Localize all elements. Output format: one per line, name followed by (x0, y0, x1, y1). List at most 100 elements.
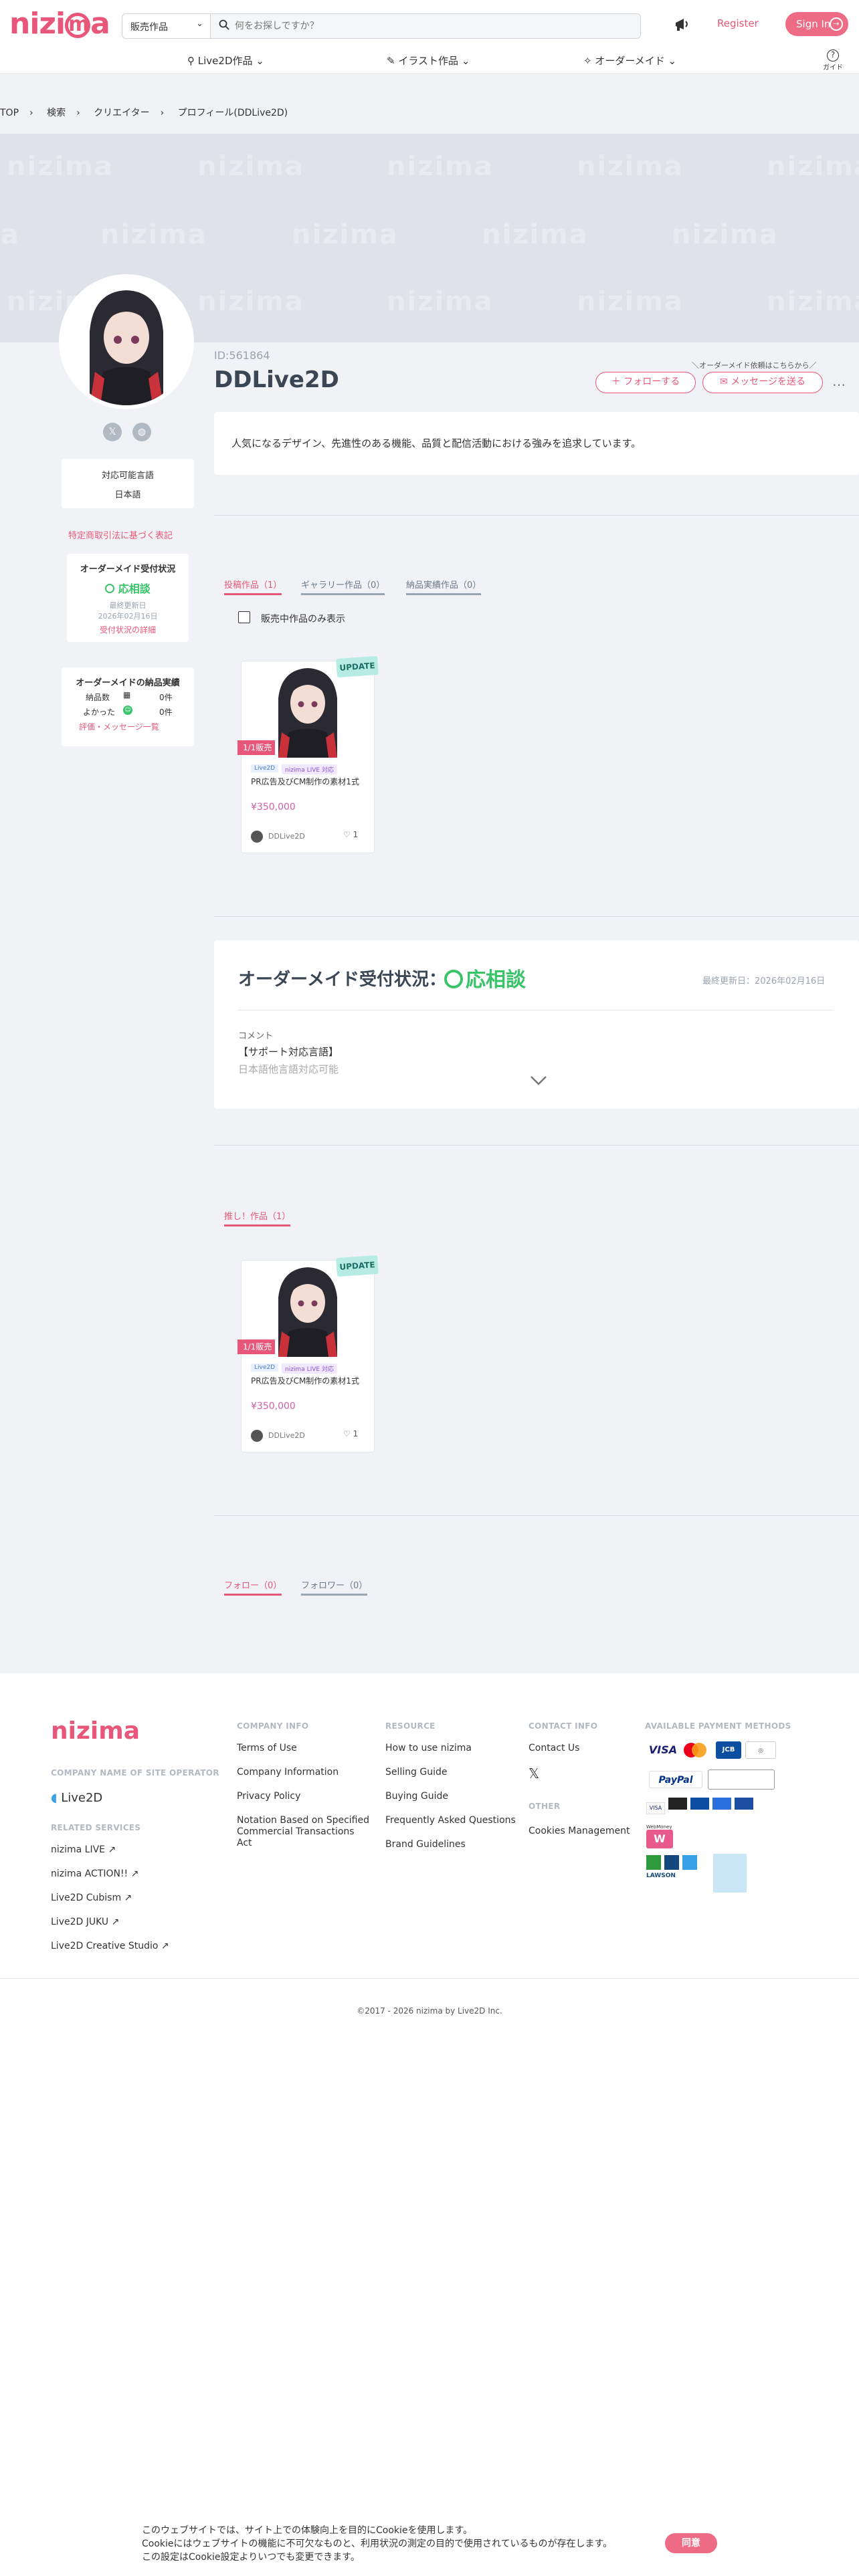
x-social-icon[interactable]: 𝕏 (529, 1765, 539, 1782)
work-title[interactable]: PR広告及びCM制作の素材1式 (251, 1376, 369, 1387)
external-link-icon: ↗ (130, 1868, 139, 1879)
company-heading: COMPANY INFO (237, 1721, 309, 1731)
reviews-link[interactable]: 評価・メッセージ一覧 (79, 721, 159, 732)
divider (0, 1978, 859, 1979)
related-label: Live2D Creative Studio (51, 1941, 159, 1951)
banner-watermark: nizima (0, 219, 20, 250)
breadcrumb-creator[interactable]: クリエイター (94, 108, 149, 118)
question-icon: ? (827, 49, 839, 62)
cookie-text: このウェブサイトでは、サイト上での体験向上を目的にCookieを使用します。 C… (142, 2524, 612, 2564)
commercial-transactions-link[interactable]: Notation Based on Specified Commercial T… (237, 1815, 371, 1849)
like-count: 1 (353, 830, 359, 839)
nav-illustration[interactable]: ✎ イラスト作品 ⌄ (387, 53, 470, 68)
smile-icon: ☺ (123, 706, 132, 715)
search-input[interactable] (235, 15, 630, 37)
breadcrumb-profile: プロフィール(DDLive2D) (177, 108, 288, 118)
tab-posted[interactable]: 投稿作品（1） (224, 578, 282, 595)
external-link-icon: ↗ (108, 1844, 116, 1855)
nav-custom-order[interactable]: ✧ オーダーメイド ⌄ (583, 53, 676, 68)
globe-icon[interactable]: ◍ (132, 423, 151, 441)
search-category-select[interactable]: 販売作品 ⌄ (122, 14, 211, 38)
chevron-right-icon: › (76, 108, 80, 118)
follow-label: フォローする (624, 377, 680, 387)
banner-watermark: nizima (672, 219, 779, 250)
convenience-store-logos: LAWSON (646, 1855, 700, 1898)
selling-guide-link[interactable]: Selling Guide (385, 1767, 448, 1778)
message-button[interactable]: ✉ メッセージを送る (702, 372, 823, 393)
expand-chevron-icon[interactable] (527, 1069, 550, 1091)
author-avatar (251, 1430, 263, 1442)
register-link[interactable]: Register (717, 17, 759, 29)
updated-label: 最終更新日 (109, 601, 147, 610)
cookie-agree-button[interactable]: 同意 (665, 2533, 717, 2553)
search-bar: 販売作品 ⌄ (122, 13, 641, 39)
cookies-management-link[interactable]: Cookies Management (529, 1826, 630, 1836)
related-link-nizima-live[interactable]: nizima LIVE ↗ (51, 1844, 116, 1855)
brand-guidelines-link[interactable]: Brand Guidelines (385, 1839, 466, 1850)
sale-ribbon: 1/1販売 (237, 740, 275, 755)
order-status-panel: オーダーメイド受付状況： 応相談 最終更新日：2026年02月16日 コメント … (214, 940, 859, 1109)
visa-mini-logo: VISA (646, 1802, 665, 1814)
paypal-logo: PayPal (649, 1771, 702, 1788)
work-title[interactable]: PR広告及びCM制作の素材1式 (251, 776, 369, 788)
guide-button[interactable]: ? ガイド (823, 49, 843, 72)
work-author[interactable]: DDLive2D (251, 831, 305, 843)
related-link-cubism[interactable]: Live2D Cubism ↗ (51, 1893, 132, 1903)
related-link-creative-studio[interactable]: Live2D Creative Studio ↗ (51, 1941, 169, 1951)
like-button[interactable]: ♡ 1 (343, 830, 358, 839)
order-status-card: オーダーメイド受付状況 応相談 最終更新日 2026年02月16日 受付状況の詳… (67, 554, 189, 642)
breadcrumb-search[interactable]: 検索 (47, 108, 66, 118)
how-to-use-link[interactable]: How to use nizima (385, 1743, 472, 1753)
related-link-nizima-action[interactable]: nizima ACTION!! ↗ (51, 1868, 138, 1879)
tab-delivered[interactable]: 納品実績作品（0） (406, 578, 482, 595)
on-sale-only-checkbox[interactable] (238, 611, 250, 623)
cookie-line-2: Cookieにはウェブサイトの機能に不可欠なものと、利用状況の測定の目的で使用さ… (142, 2539, 613, 2549)
more-options-icon[interactable]: … (832, 373, 846, 389)
breadcrumb-top[interactable]: TOP (0, 108, 19, 118)
terms-link[interactable]: Terms of Use (237, 1743, 297, 1753)
follow-button[interactable]: ＋ フォローする (595, 372, 696, 393)
faq-link[interactable]: Frequently Asked Questions (385, 1815, 516, 1826)
sign-in-button[interactable]: Sign In → (785, 12, 848, 36)
nav-custom-order-label: オーダーメイド (595, 55, 665, 67)
work-card[interactable]: UPDATE 1/1販売 Live2D nizima LIVE 対応 PR広告及… (237, 655, 379, 853)
megaphone-icon[interactable] (673, 15, 693, 35)
diners-mini-logo (735, 1798, 754, 1810)
work-card[interactable]: UPDATE 1/1販売 Live2D nizima LIVE 対応 PR広告及… (237, 1255, 379, 1453)
avatar (59, 274, 194, 409)
company-info-link[interactable]: Company Information (237, 1767, 339, 1778)
work-author[interactable]: DDLive2D (251, 1430, 305, 1442)
privacy-link[interactable]: Privacy Policy (237, 1791, 300, 1802)
banner-watermark: nizima (577, 286, 684, 317)
copyright: ©2017 - 2026 nizima by Live2D Inc. (357, 2006, 502, 2016)
legal-notice-link[interactable]: 特定商取引法に基づく表記 (68, 528, 173, 541)
chevron-right-icon: › (29, 108, 33, 118)
tab-following[interactable]: フォロー（0） (224, 1578, 282, 1596)
tab-recommended[interactable]: 推し！作品（1） (224, 1209, 291, 1226)
x-social-icon[interactable]: 𝕏 (103, 423, 122, 441)
buying-guide-link[interactable]: Buying Guide (385, 1791, 448, 1802)
banner-watermark: nizima (387, 286, 494, 317)
payment-heading: AVAILABLE PAYMENT METHODS (645, 1721, 791, 1731)
related-link-juku[interactable]: Live2D JUKU ↗ (51, 1917, 119, 1927)
nav-live2d-label: Live2D作品 (197, 55, 253, 67)
nizima-live-tag: nizima LIVE 対応 (282, 764, 337, 774)
status-detail-link[interactable]: 受付状況の詳細 (67, 624, 189, 635)
nav-live2d[interactable]: ⚲ Live2D作品 ⌄ (187, 53, 264, 68)
cookie-banner: このウェブサイトでは、サイト上での体験向上を目的にCookieを使用します。 C… (0, 2513, 859, 2576)
search-category-label: 販売作品 (130, 22, 168, 33)
like-button[interactable]: ♡ 1 (343, 1429, 358, 1438)
languages-card: 対応可能言語 日本語 (62, 459, 194, 508)
webmoney-logo: WebMoney W (646, 1824, 677, 1854)
box-icon: ▦ (123, 690, 131, 700)
tab-gallery[interactable]: ギャラリー作品（0） (301, 578, 385, 595)
nav-illustration-label: イラスト作品 (398, 55, 459, 67)
footer-logo[interactable]: nizima (51, 1717, 140, 1745)
contact-link[interactable]: Contact Us (529, 1743, 579, 1753)
author-name: DDLive2D (268, 832, 305, 841)
tab-followers[interactable]: フォロワー（0） (301, 1578, 368, 1596)
heart-icon: ♡ (343, 830, 351, 839)
site-logo[interactable]: nizi ma (9, 7, 110, 41)
author-name: DDLive2D (268, 1431, 305, 1440)
guide-label: ガイド (823, 64, 843, 72)
